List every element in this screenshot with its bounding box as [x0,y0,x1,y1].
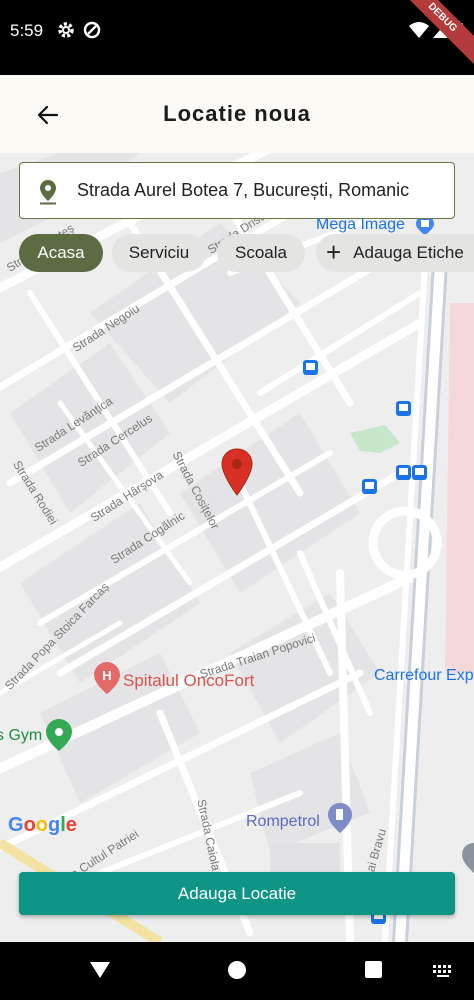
chip-scoala[interactable]: Scoala [217,234,305,272]
data-saver-icon [83,21,101,39]
poi-label-carrefour[interactable]: Carrefour Exp [374,667,474,685]
chip-add-label[interactable]: + Adauga Etiche [316,234,474,272]
bus-stop-icon [396,401,411,416]
hospital-icon[interactable]: H [94,662,120,694]
address-input[interactable] [77,163,447,217]
chip-serviciu[interactable]: Serviciu [112,234,206,272]
location-pin-icon [40,180,56,205]
google-logo: Google [8,814,77,836]
svg-text:H: H [102,668,111,683]
address-search-field[interactable] [19,162,455,219]
home-circle-icon[interactable] [227,960,247,980]
bus-stop-icon [303,360,318,375]
gas-station-icon[interactable] [328,803,352,833]
status-bar: 5:59 DEBUG [0,0,474,75]
poi-label-rompetrol[interactable]: Rompetrol [246,813,320,831]
gym-icon[interactable] [46,719,72,751]
keyboard-icon[interactable] [432,964,454,978]
plus-icon: + [326,237,342,267]
settings-icon [58,22,74,38]
bus-stop-icon [362,479,377,494]
system-nav-bar [0,942,474,1000]
poi-label-oncofort[interactable]: Spitalul OncoFort [123,671,254,691]
poi-label-gym[interactable]: s Gym [0,727,42,745]
back-triangle-icon[interactable] [89,960,111,980]
page-title: Locatie noua [163,101,311,126]
add-location-button[interactable]: Adauga Locatie [19,872,455,915]
app-bar: Locatie noua [0,75,474,153]
selected-location-marker[interactable] [221,448,253,496]
recents-square-icon[interactable] [364,960,383,979]
bus-stop-icon [412,465,427,480]
wifi-icon [409,22,429,38]
bus-stop-icon [396,465,411,480]
chip-acasa[interactable]: Acasa [19,234,103,272]
status-time: 5:59 [10,21,44,40]
location-pin-icon [462,843,474,873]
chip-add-label-text: Adauga Etiche [353,243,464,262]
